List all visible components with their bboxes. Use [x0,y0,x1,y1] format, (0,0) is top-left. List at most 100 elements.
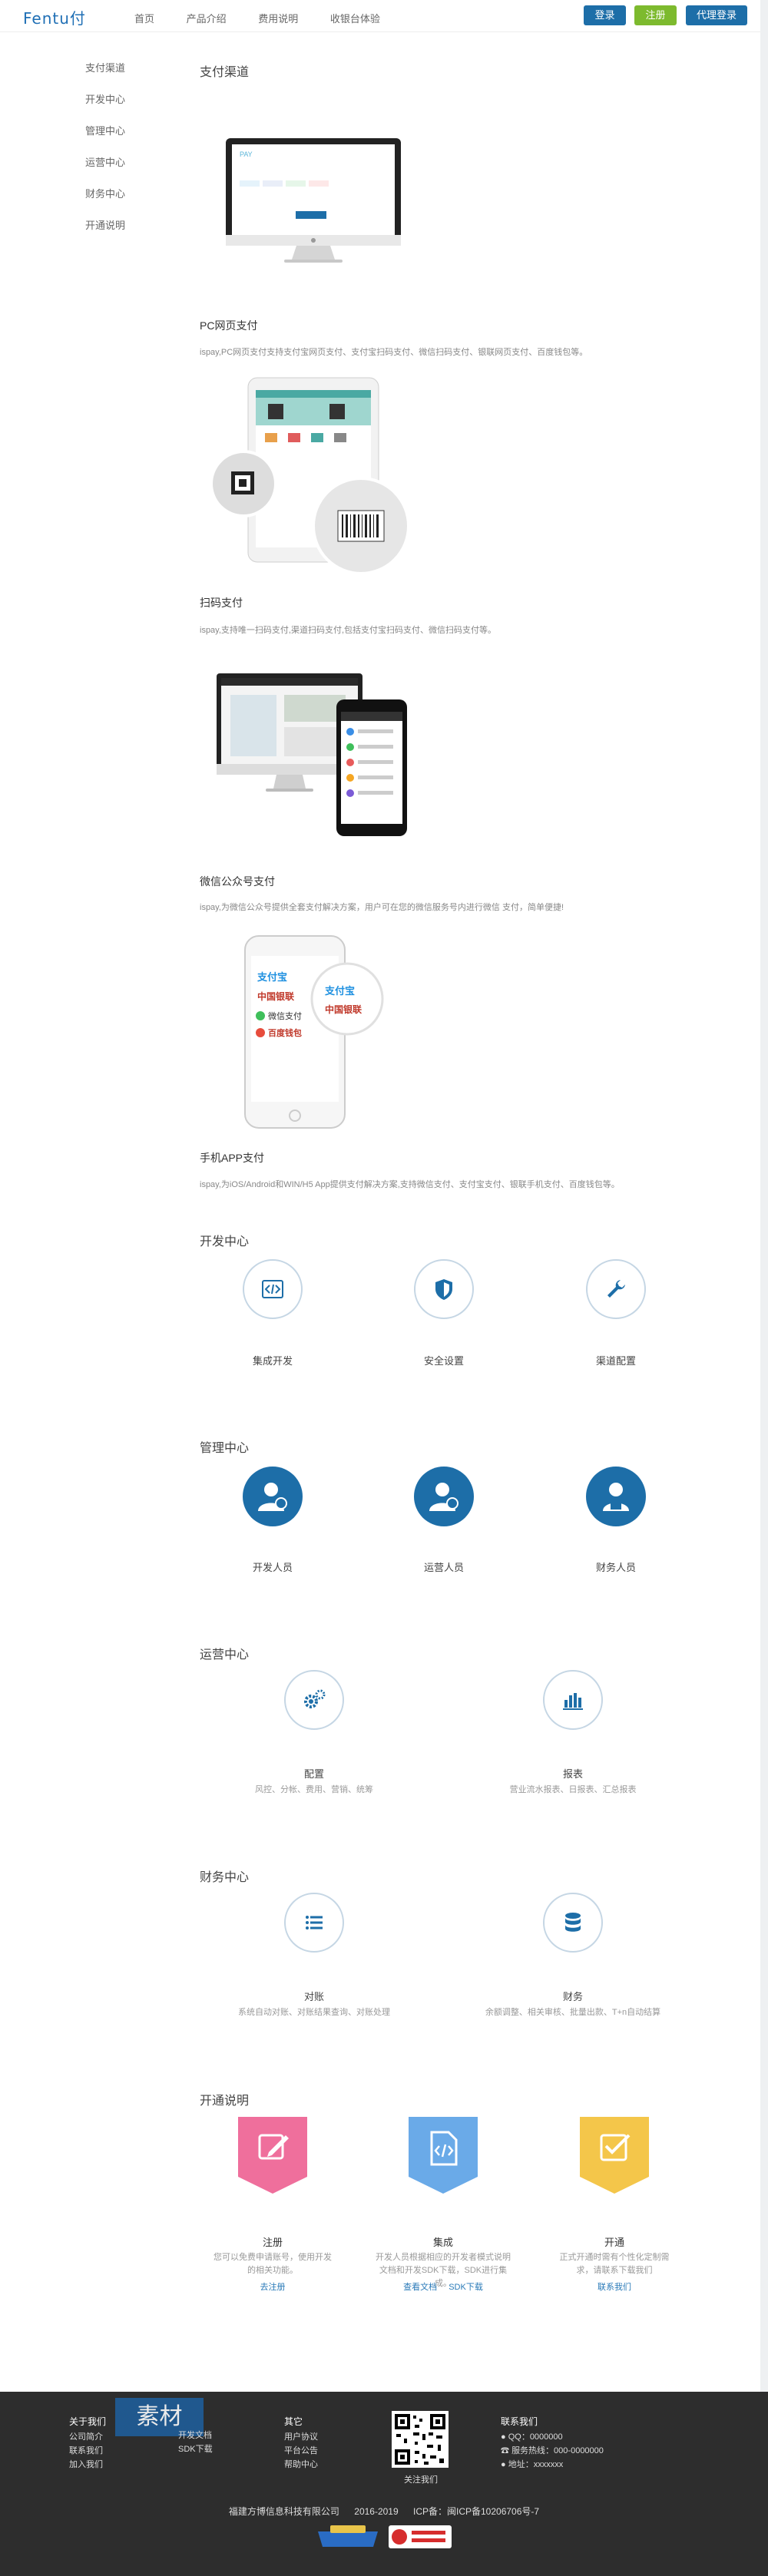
app-pay-desc: ispay,为iOS/Android和WIN/H5 App提供支付解决方案,支持… [200,1180,620,1189]
integration-code-file-icon[interactable] [409,2117,478,2194]
app-pay-title: 手机APP支付 [200,1152,265,1164]
open-step-register-links: 去注册 [196,2280,349,2293]
operator-user-icon[interactable] [414,1467,474,1526]
pc-pay-desc: ispay,PC网页支付支持支付宝网页支付、支付宝扫码支付、微信扫码支付、银联网… [200,348,588,357]
bar-chart-icon[interactable] [543,1670,603,1730]
activate-check-icon[interactable] [580,2117,649,2194]
footer-link-sdk[interactable]: SDK下载 [178,2442,213,2456]
sidebar-item-pay-channel[interactable]: 支付渠道 [85,60,125,91]
open-step-activate-links: 联系我们 [538,2280,691,2293]
sidebar-item-manage-center[interactable]: 管理中心 [85,123,125,154]
finance-item-finance: 财务 [562,1991,583,2002]
svg-text:支付宝: 支付宝 [257,971,287,984]
location-icon: ● [501,2460,508,2469]
icp-number[interactable]: ICP备：闽ICP备10206706号-7 [413,2506,539,2517]
main-nav: 首页 产品介绍 费用说明 收银台体验 [134,11,409,25]
svg-text:PAY: PAY [240,150,253,158]
certified-badge-icon[interactable] [315,2524,381,2550]
manage-item-operator: 运营人员 [423,1562,464,1573]
nav-checkout-demo[interactable]: 收银台体验 [330,13,380,25]
section-title-dev-center: 开发中心 [200,1235,250,1248]
section-title-pay-channel: 支付渠道 [200,66,250,79]
footer-docs: 开发文档 SDK下载 [178,2429,213,2456]
ops-item-config-sub: 风控、分帐、费用、营销、统筹 [255,1785,373,1794]
footer-link-contact[interactable]: 联系我们 [69,2444,106,2458]
ops-item-reports: 报表 [562,1768,583,1780]
phone-app-illustration: 支付宝 中国银联 微信支付 百度钱包 支付宝 中国银联 [244,935,384,1129]
nav-home[interactable]: 首页 [134,13,154,25]
footer-link-join[interactable]: 加入我们 [69,2458,106,2472]
contact-us-link[interactable]: 联系我们 [598,2283,631,2292]
svg-text:微信支付: 微信支付 [268,1010,302,1021]
agent-login-button[interactable]: 代理登录 [686,5,747,25]
go-register-link[interactable]: 去注册 [260,2283,286,2292]
wrench-icon[interactable] [586,1259,646,1319]
footer-copyright: 福建方博信息科技有限公司 2016-2019 ICP备：闽ICP备1020670… [0,2505,768,2518]
open-step-activate: 开通 [604,2237,624,2248]
monitor-phone-illustration [217,673,407,836]
dev-item-integration: 集成开发 [252,1355,293,1367]
section-title-ops-center: 运营中心 [200,1648,250,1662]
footer-link-company[interactable]: 公司简介 [69,2430,106,2444]
company-name: 福建方博信息科技有限公司 [228,2506,339,2517]
footer-qq: ● QQ：0000000 [501,2430,604,2444]
ops-item-config: 配置 [303,1768,324,1780]
login-button[interactable]: 登录 [584,5,626,25]
imac-illustration: PAY [226,138,401,263]
nav-products[interactable]: 产品介绍 [187,13,227,25]
register-button[interactable]: 注册 [634,5,677,25]
finance-item-reconcile: 对账 [303,1991,324,2002]
register-edit-icon[interactable] [238,2117,307,2194]
pc-pay-title: PC网页支付 [200,319,258,332]
svg-text:中国银联: 中国银联 [257,990,294,1002]
open-step-activate-desc: 正式开通时需有个性化定制需求，请联系下载我们 [559,2253,670,2275]
sidebar-nav: 支付渠道 开发中心 管理中心 运营中心 财务中心 开通说明 [85,60,125,249]
dev-item-channel-config: 渠道配置 [595,1355,636,1367]
view-docs-link[interactable]: 查看文档 [403,2283,437,2292]
sdk-download-link[interactable]: SDK下载 [449,2283,483,2292]
qr-code-icon [392,2411,449,2468]
developer-user-icon[interactable] [243,1467,303,1526]
scan-pay-title: 扫码支付 [200,597,243,609]
open-step-register: 注册 [262,2237,283,2248]
footer-phone: ☎ 服务热线：000-0000000 [501,2444,604,2458]
sidebar-item-finance-center[interactable]: 财务中心 [85,186,125,217]
security-badge-icon[interactable] [387,2524,453,2550]
site-header: Fentu付 首页 产品介绍 费用说明 收银台体验 登录 注册 代理登录 [0,0,768,32]
dev-item-security: 安全设置 [423,1355,464,1367]
finance-user-icon[interactable] [586,1467,646,1526]
sidebar-item-ops-center[interactable]: 运营中心 [85,154,125,186]
list-icon[interactable] [284,1893,344,1953]
gears-icon[interactable] [284,1670,344,1730]
section-title-finance-center: 财务中心 [200,1871,250,1884]
sidebar-item-dev-center[interactable]: 开发中心 [85,91,125,123]
trust-badges [315,2524,453,2554]
nav-pricing[interactable]: 费用说明 [258,13,298,25]
footer-link-dev-docs[interactable]: 开发文档 [178,2429,213,2442]
footer-about: 关于我们 公司简介 联系我们 加入我们 [69,2415,106,2472]
site-logo[interactable]: Fentu付 [23,6,86,28]
database-icon[interactable] [543,1893,603,1953]
copyright-years: 2016-2019 [354,2506,399,2517]
footer-link-help[interactable]: 帮助中心 [284,2458,318,2472]
manage-item-developer: 开发人员 [252,1562,293,1573]
open-step-integration-links: 查看文档 SDK下载 [366,2280,520,2293]
svg-text:中国银联: 中国银联 [325,1004,362,1015]
svg-text:支付宝: 支付宝 [324,985,355,997]
code-icon[interactable] [243,1259,303,1319]
wechat-pay-title: 微信公众号支付 [200,875,275,888]
footer-link-agreement[interactable]: 用户协议 [284,2430,318,2444]
manage-item-finance: 财务人员 [595,1562,636,1573]
sidebar-item-open-guide[interactable]: 开通说明 [85,217,125,249]
footer-other: 其它 用户协议 平台公告 帮助中心 [284,2415,318,2472]
footer-phone-text: 服务热线：000-0000000 [511,2446,604,2455]
wechat-pay-desc: ispay,为微信公众号提供全套支付解决方案，用户可在您的微信服务号内进行微信 … [200,903,564,912]
open-step-integration: 集成 [432,2237,453,2248]
qq-icon: ● [501,2432,508,2442]
tablet-scan-illustration [211,377,410,575]
finance-item-finance-sub: 余额调整、相关审核、批量出款、T+n自动结算 [485,2008,661,2017]
section-title-manage-center: 管理中心 [200,1442,250,1455]
shield-icon[interactable] [414,1259,474,1319]
open-step-register-desc: 您可以免费申请账号，使用开发的相关功能。 [214,2253,332,2275]
footer-link-announcements[interactable]: 平台公告 [284,2444,318,2458]
